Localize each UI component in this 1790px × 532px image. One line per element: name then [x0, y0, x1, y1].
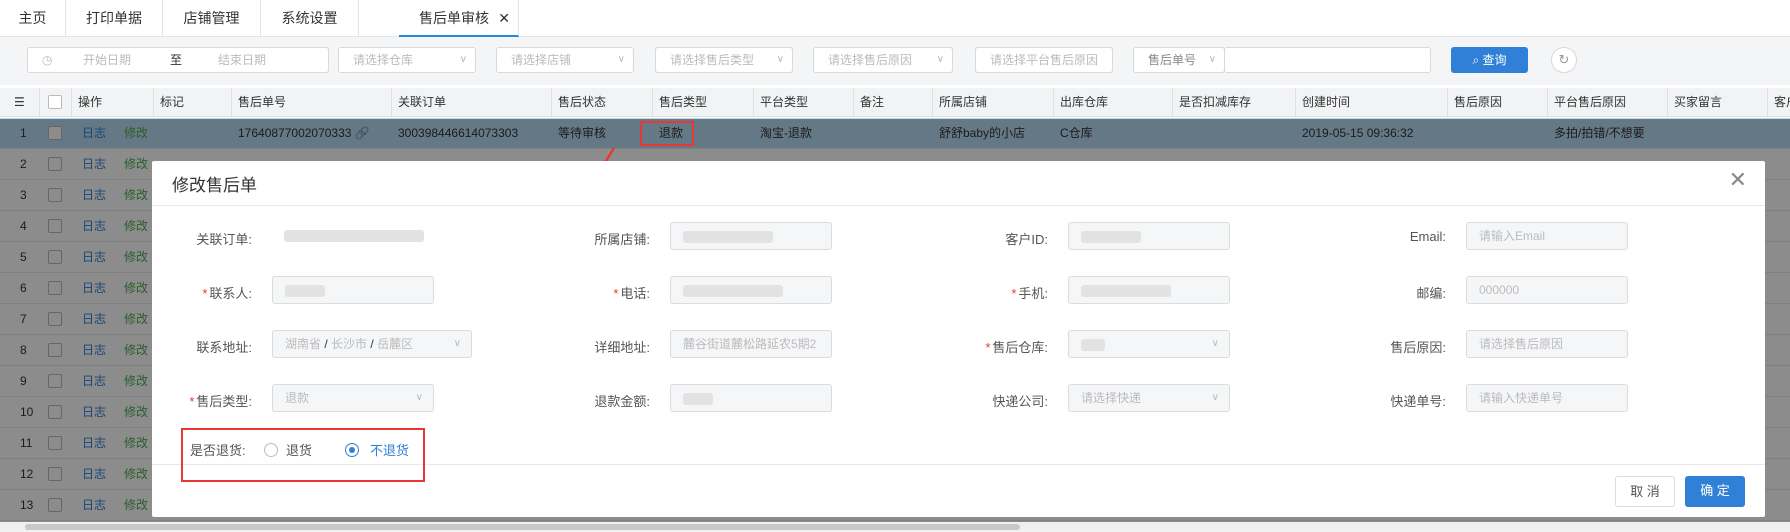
province-value: 湖南省	[285, 337, 322, 351]
redacted-value	[683, 392, 713, 405]
mobile-field[interactable]	[1068, 276, 1230, 304]
label-zip: 邮编:	[1416, 286, 1446, 301]
required-mark: *	[1011, 286, 1017, 301]
cancel-button[interactable]: 取 消	[1615, 476, 1675, 507]
express-placeholder: 请选择快递	[1081, 391, 1142, 405]
redacted-value	[683, 230, 773, 243]
label-contact-text: 联系人:	[209, 286, 252, 301]
label-order: 关联订单:	[196, 232, 252, 247]
redacted-value	[683, 284, 783, 297]
city-value: 长沙市	[331, 337, 368, 351]
express-company-select[interactable]: 请选择快递 ∨	[1068, 384, 1230, 412]
type-select-field[interactable]: 退款 ∨	[272, 384, 434, 412]
label-mobile: * 手机:	[878, 283, 1048, 302]
label-phone: * 电话:	[480, 283, 650, 302]
label-type-text: 售后类型:	[196, 394, 252, 409]
scrollbar-thumb[interactable]	[25, 524, 1020, 530]
chevron-down-icon: ∨	[415, 392, 423, 403]
customer-id-field[interactable]	[1068, 222, 1230, 250]
email-field[interactable]: 请输入Email	[1466, 222, 1628, 250]
label-warehouse: * 售后仓库:	[878, 337, 1048, 356]
label-warehouse-text: 售后仓库:	[992, 340, 1048, 355]
label-phone-text: 电话:	[620, 286, 650, 301]
email-placeholder: 请输入Email	[1479, 229, 1546, 243]
shop-field[interactable]	[670, 222, 832, 250]
dialog-header-divider	[152, 205, 1765, 206]
order-field[interactable]	[272, 222, 434, 250]
label-mobile-text: 手机:	[1018, 286, 1048, 301]
redacted-value	[284, 229, 424, 242]
detail-address-value: 麓谷街道麓松路延农5期2	[683, 337, 817, 351]
zip-field[interactable]: 000000	[1466, 276, 1628, 304]
label-reason: 售后原因:	[1390, 340, 1446, 355]
label-contact: * 联系人:	[82, 283, 252, 302]
chevron-down-icon: ∨	[1211, 338, 1219, 349]
chevron-down-icon: ∨	[1211, 392, 1219, 403]
label-shop: 所属店铺:	[594, 232, 650, 247]
confirm-button[interactable]: 确 定	[1685, 476, 1745, 507]
required-mark: *	[202, 286, 208, 301]
refund-amount-field[interactable]	[670, 384, 832, 412]
contact-field[interactable]	[272, 276, 434, 304]
region-cascader[interactable]: 湖南省 / 长沙市 / 岳麓区 ∨	[272, 330, 472, 358]
reason-select-field[interactable]: 请选择售后原因	[1466, 330, 1628, 358]
reason-placeholder: 请选择售后原因	[1479, 337, 1564, 351]
close-icon[interactable]: ✕	[1729, 167, 1747, 193]
region-separator: /	[324, 337, 328, 351]
dialog-title: 修改售后单	[172, 176, 257, 195]
label-type: * 售后类型:	[82, 391, 252, 410]
phone-field[interactable]	[670, 276, 832, 304]
label-detail-address: 详细地址:	[594, 340, 650, 355]
chevron-down-icon: ∨	[453, 338, 461, 349]
warehouse-select-field[interactable]: ∨	[1068, 330, 1230, 358]
redacted-value	[285, 284, 325, 297]
detail-address-field[interactable]: 麓谷街道麓松路延农5期2	[670, 330, 832, 358]
label-refund-amount: 退款金额:	[594, 394, 650, 409]
label-express-no: 快递单号:	[1390, 394, 1446, 409]
label-express-company: 快递公司:	[992, 394, 1048, 409]
zip-placeholder: 000000	[1479, 283, 1520, 297]
required-mark: *	[985, 340, 991, 355]
required-mark: *	[613, 286, 619, 301]
region-separator: /	[370, 337, 374, 351]
redacted-value	[1081, 338, 1105, 351]
annotation-box-return	[181, 428, 425, 482]
district-value: 岳麓区	[377, 337, 414, 351]
express-no-field[interactable]: 请输入快递单号	[1466, 384, 1628, 412]
express-no-placeholder: 请输入快递单号	[1479, 391, 1564, 405]
redacted-value	[1081, 230, 1141, 243]
redacted-value	[1081, 284, 1171, 297]
label-email: Email:	[1409, 229, 1446, 244]
type-value: 退款	[285, 391, 310, 405]
required-mark: *	[189, 394, 195, 409]
label-address: 联系地址:	[196, 340, 252, 355]
label-customer-id: 客户ID:	[1005, 232, 1048, 247]
